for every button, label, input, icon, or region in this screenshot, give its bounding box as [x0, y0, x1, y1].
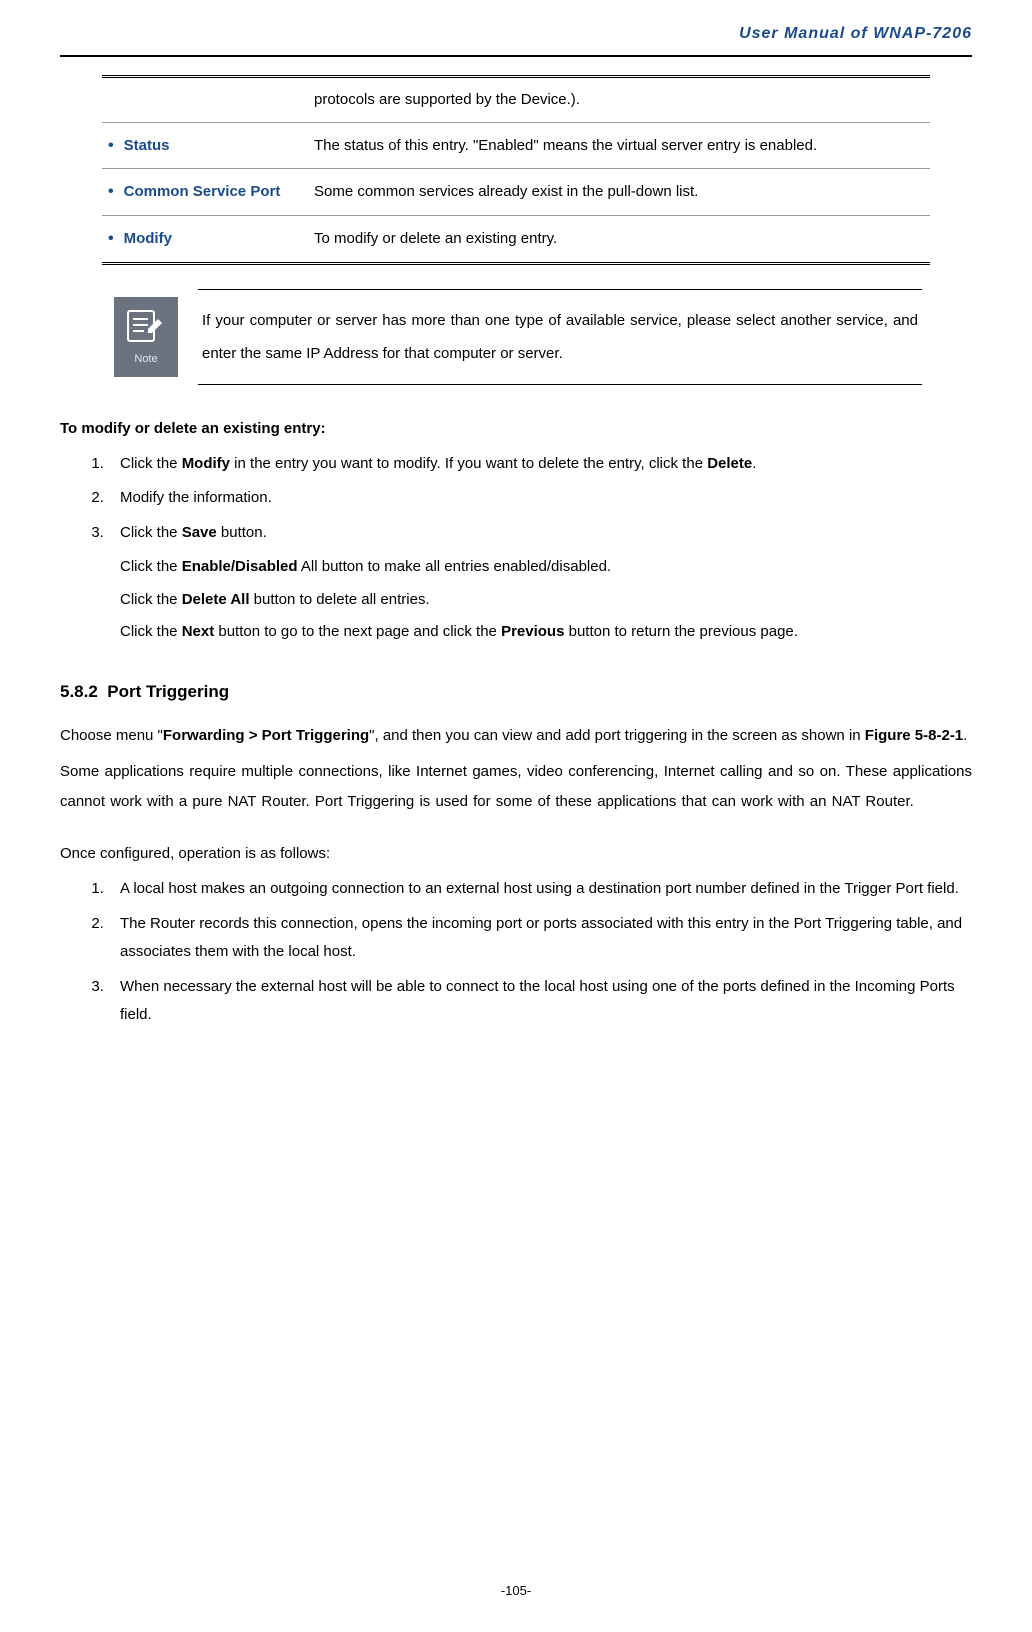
text-bold: Modify: [182, 455, 230, 472]
note-block: Note If your computer or server has more…: [110, 289, 922, 385]
note-icon: Note: [110, 289, 182, 385]
modify-heading: To modify or delete an existing entry:: [60, 415, 972, 442]
text: button.: [217, 524, 267, 541]
table-row: Common Service Port Some common services…: [102, 169, 930, 216]
text: button to delete all entries.: [250, 591, 430, 608]
page-header: User Manual of WNAP-7206: [60, 20, 972, 57]
text-bold: Next: [182, 623, 215, 640]
table-row: protocols are supported by the Device.).: [102, 76, 930, 122]
text: Click the: [120, 623, 182, 640]
list-item: Click the Modify in the entry you want t…: [108, 450, 972, 479]
text: button to return the previous page.: [564, 623, 798, 640]
text-bold: Delete: [707, 455, 752, 472]
row-label: [102, 76, 302, 122]
text: All button to make all entries enabled/d…: [298, 558, 612, 575]
sub-lines: Click the Enable/Disabled All button to …: [120, 553, 972, 647]
row-label: Common Service Port: [102, 169, 302, 216]
row-label: Status: [102, 122, 302, 169]
row-desc: protocols are supported by the Device.).: [302, 76, 930, 122]
note-icon-label: Note: [134, 350, 157, 370]
operation-steps: A local host makes an outgoing connectio…: [108, 875, 972, 1030]
text: Click the: [120, 524, 182, 541]
definitions-table: protocols are supported by the Device.).…: [102, 75, 930, 265]
table-row: Status The status of this entry. "Enable…: [102, 122, 930, 169]
body-paragraph: Choose menu "Forwarding > Port Triggerin…: [60, 721, 972, 751]
sub-line: Click the Delete All button to delete al…: [120, 586, 972, 615]
sub-line: Click the Next button to go to the next …: [120, 618, 972, 647]
text: Click the: [120, 455, 182, 472]
note-text: If your computer or server has more than…: [198, 289, 922, 385]
modify-steps: Click the Modify in the entry you want t…: [108, 450, 972, 548]
text: button to go to the next page and click …: [214, 623, 501, 640]
text: ", and then you can view and add port tr…: [369, 727, 865, 744]
body-paragraph: Once configured, operation is as follows…: [60, 839, 972, 869]
text: .: [963, 727, 967, 744]
row-label: Modify: [102, 215, 302, 263]
text-bold: Forwarding > Port Triggering: [163, 727, 369, 744]
page-footer: -105-: [0, 1579, 1032, 1602]
text-bold: Save: [182, 524, 217, 541]
list-item: The Router records this connection, open…: [108, 910, 972, 967]
text: Click the: [120, 591, 182, 608]
list-item: Modify the information.: [108, 484, 972, 513]
subsection-number: 5.8.2: [60, 682, 98, 701]
body-paragraph: Some applications require multiple conne…: [60, 757, 972, 817]
row-desc: The status of this entry. "Enabled" mean…: [302, 122, 930, 169]
text: in the entry you want to modify. If you …: [230, 455, 707, 472]
row-desc: Some common services already exist in th…: [302, 169, 930, 216]
list-item: When necessary the external host will be…: [108, 973, 972, 1030]
text-bold: Enable/Disabled: [182, 558, 298, 575]
text-bold: Delete All: [182, 591, 250, 608]
list-item: A local host makes an outgoing connectio…: [108, 875, 972, 904]
text-bold: Figure 5-8-2-1: [865, 727, 963, 744]
text-bold: Previous: [501, 623, 564, 640]
text: .: [752, 455, 756, 472]
sub-line: Click the Enable/Disabled All button to …: [120, 553, 972, 582]
subsection-heading: 5.8.2 Port Triggering: [60, 677, 972, 708]
text: Choose menu ": [60, 727, 163, 744]
subsection-title: Port Triggering: [107, 682, 229, 701]
table-row: Modify To modify or delete an existing e…: [102, 215, 930, 263]
row-desc: To modify or delete an existing entry.: [302, 215, 930, 263]
text: Click the: [120, 558, 182, 575]
list-item: Click the Save button.: [108, 519, 972, 548]
pencil-note-icon: [124, 303, 168, 347]
